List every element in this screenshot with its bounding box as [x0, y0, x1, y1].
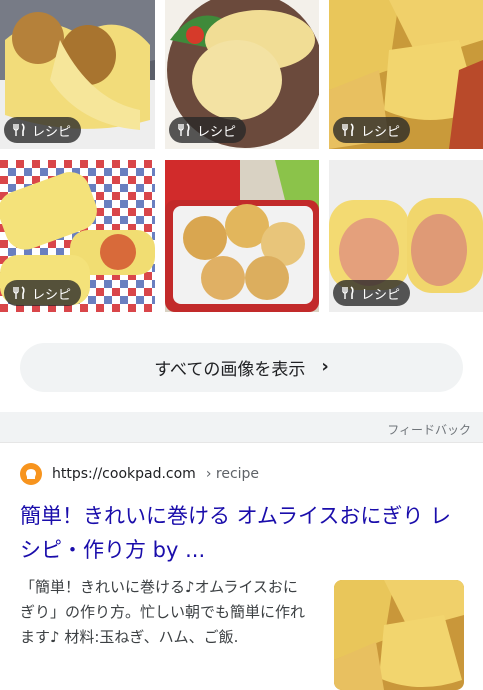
omurice-onigiri-thumbnail-image — [334, 580, 464, 690]
result-thumbnail[interactable] — [334, 580, 464, 690]
recipe-badge: レシピ — [169, 117, 247, 143]
result-snippet: 「簡単！きれいに巻ける♪オムライスおにぎり」の作り方。忙しい朝でも簡単に作れます… — [20, 578, 306, 646]
divider-line — [0, 442, 483, 443]
recipe-badge: レシピ — [4, 280, 82, 306]
image-result-2[interactable]: レシピ — [165, 0, 319, 149]
recipe-badge-label: レシピ — [197, 124, 237, 140]
chevron-right-icon: › — [321, 356, 329, 377]
image-result-5[interactable] — [165, 160, 319, 312]
image-result-3[interactable]: レシピ — [329, 0, 483, 149]
cookpad-favicon-icon — [20, 463, 42, 485]
feedback-link[interactable]: フィードバック — [387, 421, 471, 438]
show-all-images-button[interactable]: すべての画像を表示 › — [20, 343, 463, 392]
show-all-images-label: すべての画像を表示 — [154, 360, 306, 380]
recipe-badge-label: レシピ — [361, 287, 401, 303]
fork-knife-icon — [178, 123, 190, 136]
result-site-url: https://cookpad.com — [52, 466, 196, 482]
fork-knife-icon — [13, 286, 25, 299]
fork-knife-icon — [342, 123, 354, 136]
recipe-badge: レシピ — [4, 117, 82, 143]
recipe-badge: レシピ — [333, 280, 411, 306]
image-result-4[interactable]: レシピ — [0, 160, 155, 312]
result-source[interactable]: https://cookpad.com › recipe — [20, 463, 259, 485]
result-site-path: › recipe — [205, 466, 260, 482]
recipe-badge-label: レシピ — [32, 124, 72, 140]
recipe-badge-label: レシピ — [361, 124, 401, 140]
image-results-grid: レシピ レシピ レシピ レシピ レシピ — [0, 0, 483, 312]
result-title-link[interactable]: 簡単！きれいに巻ける オムライスおにぎり レシピ・作り方 by ... — [20, 499, 470, 567]
image-result-6[interactable]: レシピ — [329, 160, 483, 312]
image-result-1[interactable]: レシピ — [0, 0, 155, 149]
recipe-badge: レシピ — [333, 117, 411, 143]
fork-knife-icon — [342, 286, 354, 299]
fork-knife-icon — [13, 123, 25, 136]
omurice-lunchbox-image — [165, 160, 319, 312]
recipe-badge-label: レシピ — [32, 287, 72, 303]
